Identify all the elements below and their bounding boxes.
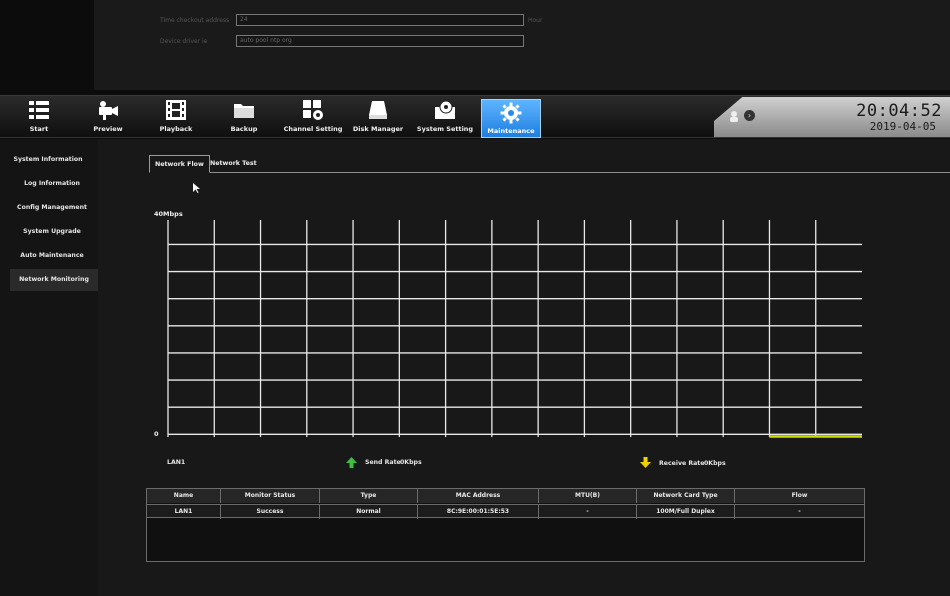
network-card-table: Name Monitor Status Type MAC Address MTU… — [146, 488, 865, 562]
y-axis-max-label: 40Mbps — [154, 210, 183, 218]
col-flow: Flow — [791, 492, 808, 499]
send-arrow-icon — [346, 457, 357, 468]
cell-name: LAN1 — [147, 505, 221, 519]
cell-type: Normal — [320, 505, 418, 519]
send-rate-value: 0Kbps — [400, 459, 422, 466]
cell-mac-address: 8C:9E:00:01:5E:53 — [418, 505, 539, 519]
table-header: Name Monitor Status Type MAC Address MTU… — [147, 489, 864, 503]
interface-label: LAN1 — [167, 459, 186, 466]
chart-grid — [167, 220, 862, 437]
table-row[interactable]: LAN1 Success Normal 8C:9E:00:01:5E:53 - … — [147, 504, 864, 519]
col-mtu: MTU(B) — [539, 489, 637, 503]
y-axis-min-label: 0 — [154, 430, 159, 438]
cell-flow: - — [798, 508, 801, 515]
cell-mtu: - — [539, 505, 637, 519]
cell-network-card-type: 100M/Full Duplex — [637, 505, 735, 519]
col-network-card-type: Network Card Type — [637, 489, 735, 503]
receive-rate-value: 0Kbps — [704, 460, 726, 467]
col-mac-address: MAC Address — [418, 489, 539, 503]
col-type: Type — [320, 489, 418, 503]
send-rate-label: Send Rate — [365, 459, 401, 466]
receive-arrow-icon — [640, 457, 651, 468]
col-name: Name — [147, 489, 221, 503]
cell-monitor-status: Success — [221, 505, 320, 519]
col-monitor-status: Monitor Status — [221, 489, 320, 503]
receive-rate-label: Receive Rate — [659, 460, 705, 467]
